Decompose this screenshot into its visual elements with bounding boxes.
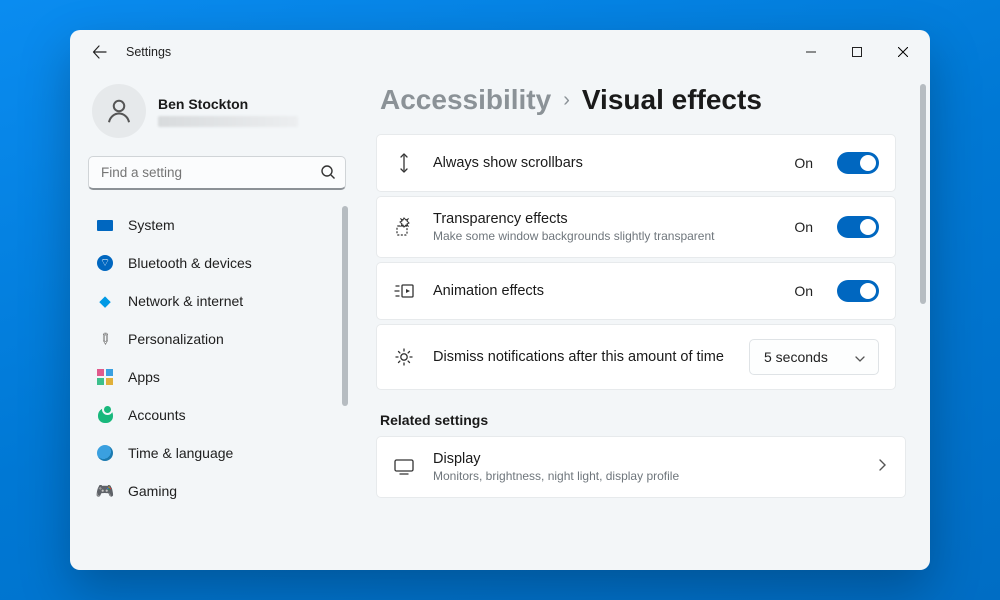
toggle-knob	[860, 219, 876, 235]
animation-icon	[393, 282, 415, 300]
sidebar-nav: System ⌔ Bluetooth & devices ◆ Network & i…	[86, 206, 348, 510]
system-icon	[96, 216, 114, 234]
toggle-state: On	[794, 155, 813, 171]
setting-scrollbars: Always show scrollbars On	[376, 134, 896, 192]
setting-transparency: Transparency effects Make some window ba…	[376, 196, 896, 258]
sidebar-scroll-thumb[interactable]	[342, 206, 348, 406]
main-scrollbar[interactable]	[920, 84, 926, 560]
sidebar: Ben Stockton System ⌔ Bluetooth & devices…	[70, 74, 360, 570]
close-button[interactable]	[880, 36, 926, 68]
back-button[interactable]	[84, 36, 116, 68]
minimize-icon	[806, 47, 816, 57]
scrollbar-icon	[393, 153, 415, 173]
profile-block[interactable]: Ben Stockton	[86, 78, 348, 152]
bluetooth-icon: ⌔	[96, 254, 114, 272]
sidebar-item-label: Gaming	[128, 483, 177, 499]
search-icon	[320, 164, 336, 185]
back-arrow-icon	[92, 44, 108, 60]
setting-description: Make some window backgrounds slightly tr…	[433, 229, 753, 243]
profile-email-redacted	[158, 116, 298, 127]
toggle-state: On	[794, 283, 813, 299]
settings-window: Settings Ben Stockton	[70, 30, 930, 570]
related-title: Display	[433, 451, 857, 467]
display-icon	[393, 458, 415, 476]
brightness-icon	[393, 347, 415, 367]
apps-icon	[96, 368, 114, 386]
wifi-icon: ◆	[96, 292, 114, 310]
setting-title: Dismiss notifications after this amount …	[433, 349, 731, 365]
settings-list: Always show scrollbars On Transparency e…	[376, 134, 906, 390]
sidebar-item-label: System	[128, 217, 175, 233]
setting-title: Animation effects	[433, 283, 776, 299]
animation-toggle[interactable]	[837, 280, 879, 302]
sidebar-item-label: Accounts	[128, 407, 186, 423]
breadcrumb-parent[interactable]: Accessibility	[380, 84, 551, 116]
minimize-button[interactable]	[788, 36, 834, 68]
chevron-down-icon	[854, 352, 866, 368]
toggle-knob	[860, 155, 876, 171]
related-description: Monitors, brightness, night light, displ…	[433, 469, 753, 483]
accounts-icon	[96, 406, 114, 424]
sidebar-item-personalization[interactable]: ✎ Personalization	[86, 320, 332, 358]
scrollbars-toggle[interactable]	[837, 152, 879, 174]
search-input[interactable]	[88, 156, 346, 190]
related-display[interactable]: Display Monitors, brightness, night ligh…	[376, 436, 906, 498]
related-heading: Related settings	[380, 412, 906, 428]
sidebar-item-label: Apps	[128, 369, 160, 385]
toggle-state: On	[794, 219, 813, 235]
setting-title: Always show scrollbars	[433, 155, 776, 171]
avatar	[92, 84, 146, 138]
chevron-right-icon	[875, 458, 889, 477]
select-value: 5 seconds	[764, 349, 828, 365]
window-controls	[788, 36, 926, 68]
profile-name: Ben Stockton	[158, 96, 298, 112]
transparency-toggle[interactable]	[837, 216, 879, 238]
close-icon	[898, 47, 908, 57]
page-title: Visual effects	[582, 84, 762, 116]
sidebar-nav-area: System ⌔ Bluetooth & devices ◆ Network & i…	[86, 206, 348, 570]
person-icon	[104, 96, 134, 126]
breadcrumb: Accessibility › Visual effects	[380, 84, 906, 116]
titlebar: Settings	[70, 30, 930, 74]
sidebar-item-label: Time & language	[128, 445, 233, 461]
profile-text: Ben Stockton	[158, 96, 298, 127]
sidebar-item-label: Personalization	[128, 331, 224, 347]
sidebar-scrollbar[interactable]	[342, 206, 348, 560]
maximize-button[interactable]	[834, 36, 880, 68]
sidebar-item-apps[interactable]: Apps	[86, 358, 332, 396]
brush-icon: ✎	[92, 326, 117, 351]
dismiss-time-select[interactable]: 5 seconds	[749, 339, 879, 375]
main-content: Accessibility › Visual effects Always sh…	[360, 74, 930, 570]
search-box	[88, 156, 346, 190]
window-body: Ben Stockton System ⌔ Bluetooth & devices…	[70, 74, 930, 570]
setting-title: Transparency effects	[433, 211, 776, 227]
setting-dismiss-time: Dismiss notifications after this amount …	[376, 324, 896, 390]
sidebar-item-bluetooth[interactable]: ⌔ Bluetooth & devices	[86, 244, 332, 282]
sidebar-item-gaming[interactable]: 🎮 Gaming	[86, 472, 332, 510]
sidebar-item-network[interactable]: ◆ Network & internet	[86, 282, 332, 320]
sidebar-item-accounts[interactable]: Accounts	[86, 396, 332, 434]
maximize-icon	[852, 47, 862, 57]
main-scroll-thumb[interactable]	[920, 84, 926, 304]
chevron-right-icon: ›	[563, 89, 570, 112]
transparency-icon	[393, 217, 415, 237]
globe-icon	[96, 444, 114, 462]
sidebar-item-label: Network & internet	[128, 293, 243, 309]
toggle-knob	[860, 283, 876, 299]
sidebar-item-label: Bluetooth & devices	[128, 255, 252, 271]
window-title: Settings	[126, 45, 171, 59]
gaming-icon: 🎮	[96, 482, 114, 500]
sidebar-item-system[interactable]: System	[86, 206, 332, 244]
sidebar-item-time[interactable]: Time & language	[86, 434, 332, 472]
setting-animation: Animation effects On	[376, 262, 896, 320]
